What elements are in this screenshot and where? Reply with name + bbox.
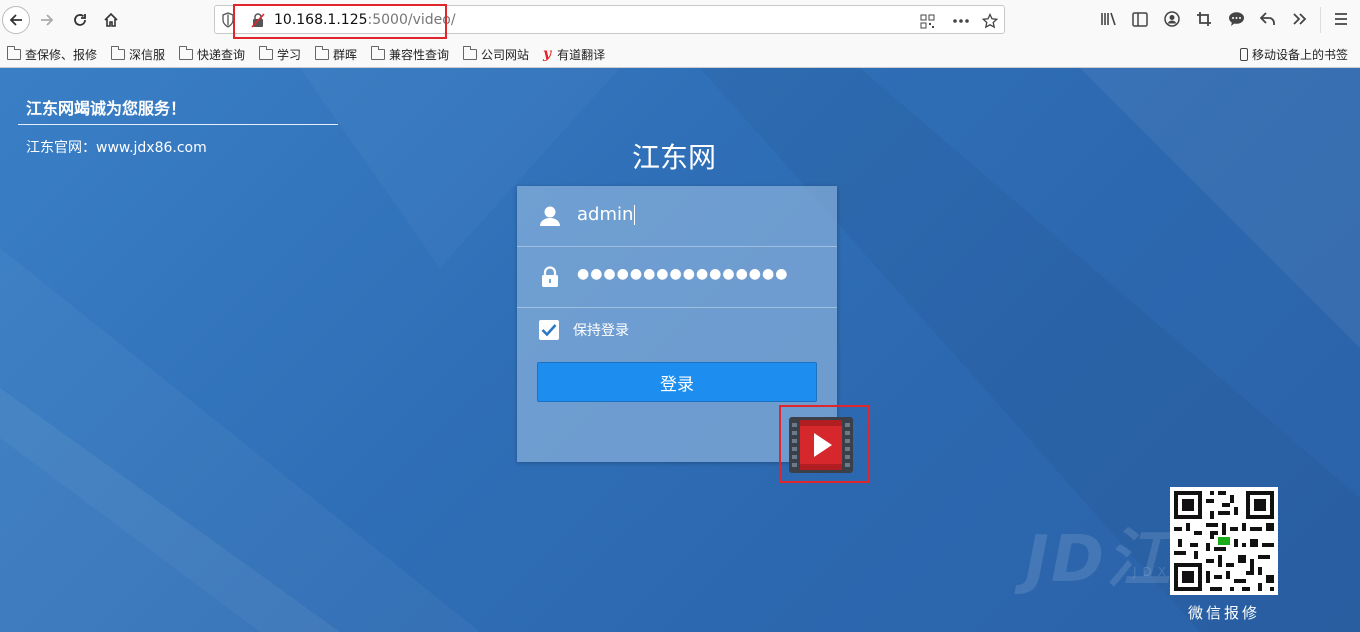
password-input[interactable]: ●●●●●●●●●●●●●●●● — [577, 266, 788, 282]
toolbar-divider — [1320, 7, 1321, 33]
mobile-bookmarks-label: 移动设备上的书签 — [1252, 47, 1349, 62]
bookmark-label: 查保修、报修 — [25, 47, 98, 62]
remember-label: 保持登录 — [573, 323, 629, 339]
bookmark-youdao[interactable]: y 有道翻译 — [543, 46, 605, 62]
bookmark-folder-3[interactable]: 学习 — [259, 45, 302, 62]
folder-icon — [111, 45, 125, 60]
arrow-left-icon — [9, 14, 22, 26]
folder-icon — [463, 45, 477, 60]
bookmark-label: 群晖 — [333, 47, 358, 62]
chat-bubble-icon[interactable] — [1226, 9, 1246, 29]
undo-arrow-icon[interactable] — [1258, 9, 1278, 29]
url-highlight-box — [233, 4, 447, 39]
user-icon — [540, 206, 560, 226]
site-logo-title: 江东网 — [632, 141, 717, 174]
bookmark-folder-6[interactable]: 公司网站 — [463, 45, 530, 62]
bookmark-folder-2[interactable]: 快递查询 — [179, 45, 246, 62]
back-button[interactable] — [2, 6, 30, 34]
bookmark-folder-1[interactable]: 深信服 — [111, 45, 166, 62]
folder-icon — [259, 45, 273, 60]
browser-toolbar: 10.168.1.125:5000/video/ — [0, 0, 1360, 40]
bookmark-label: 有道翻译 — [557, 47, 606, 62]
folder-icon — [315, 45, 329, 60]
arrow-right-icon — [41, 14, 54, 26]
lock-icon — [542, 266, 558, 287]
home-icon — [104, 12, 118, 27]
welcome-heading: 江东网竭诚为您服务！ — [26, 99, 187, 118]
login-page: 江东网竭诚为您服务！ 江东官网：www.jdx86.com 江东网 admin … — [0, 68, 1360, 632]
bookmark-label: 学习 — [277, 47, 302, 62]
mobile-bookmarks[interactable]: 移动设备上的书签 — [1240, 46, 1348, 62]
wechat-repair-caption: 微信报修 — [1188, 604, 1261, 622]
bookmark-star-icon[interactable] — [981, 12, 999, 30]
crop-screenshot-icon[interactable] — [1194, 9, 1214, 29]
text-caret — [634, 205, 636, 225]
bookmarks-toolbar: 查保修、报修 深信服 快递查询 学习 群晖 兼容性查询 公司网站 y 有道翻译 移… — [0, 40, 1360, 68]
bookmark-label: 深信服 — [129, 47, 166, 62]
remember-me[interactable]: 保持登录 — [539, 320, 629, 340]
username-field[interactable]: admin — [517, 186, 837, 247]
bookmark-label: 快递查询 — [197, 47, 246, 62]
youdao-icon: y — [543, 46, 552, 62]
official-site-text: 江东官网：www.jdx86.com — [26, 140, 207, 156]
bookmark-folder-5[interactable]: 兼容性查询 — [371, 45, 450, 62]
bookmark-folder-0[interactable]: 查保修、报修 — [7, 45, 98, 62]
bookmark-label: 兼容性查询 — [389, 47, 450, 62]
reload-button[interactable] — [66, 6, 94, 34]
welcome-divider — [18, 124, 338, 125]
checkmark-icon — [541, 324, 557, 337]
reload-icon — [74, 14, 86, 26]
mobile-device-icon — [1240, 47, 1248, 61]
forward-button[interactable] — [33, 6, 61, 34]
username-value: admin — [577, 204, 634, 225]
qr-code-icon[interactable] — [918, 12, 936, 30]
hamburger-menu-icon[interactable] — [1331, 9, 1351, 29]
folder-icon — [7, 45, 21, 60]
home-button[interactable] — [97, 6, 125, 34]
password-field[interactable]: ●●●●●●●●●●●●●●●● — [517, 247, 837, 308]
remember-checkbox[interactable] — [539, 320, 559, 340]
bookmark-label: 公司网站 — [481, 47, 530, 62]
overflow-chevron-icon[interactable] — [1290, 9, 1310, 29]
login-button[interactable]: 登录 — [537, 362, 817, 402]
library-icon[interactable] — [1099, 9, 1119, 29]
folder-icon — [371, 45, 385, 60]
account-icon[interactable] — [1162, 9, 1182, 29]
video-player-icon[interactable] — [789, 417, 853, 473]
bookmark-folder-4[interactable]: 群晖 — [315, 45, 358, 62]
folder-icon — [179, 45, 193, 60]
username-input[interactable]: admin — [577, 204, 636, 225]
page-actions-icon[interactable] — [952, 12, 970, 30]
sidebar-icon[interactable] — [1130, 9, 1150, 29]
wechat-qr-code — [1170, 487, 1278, 595]
